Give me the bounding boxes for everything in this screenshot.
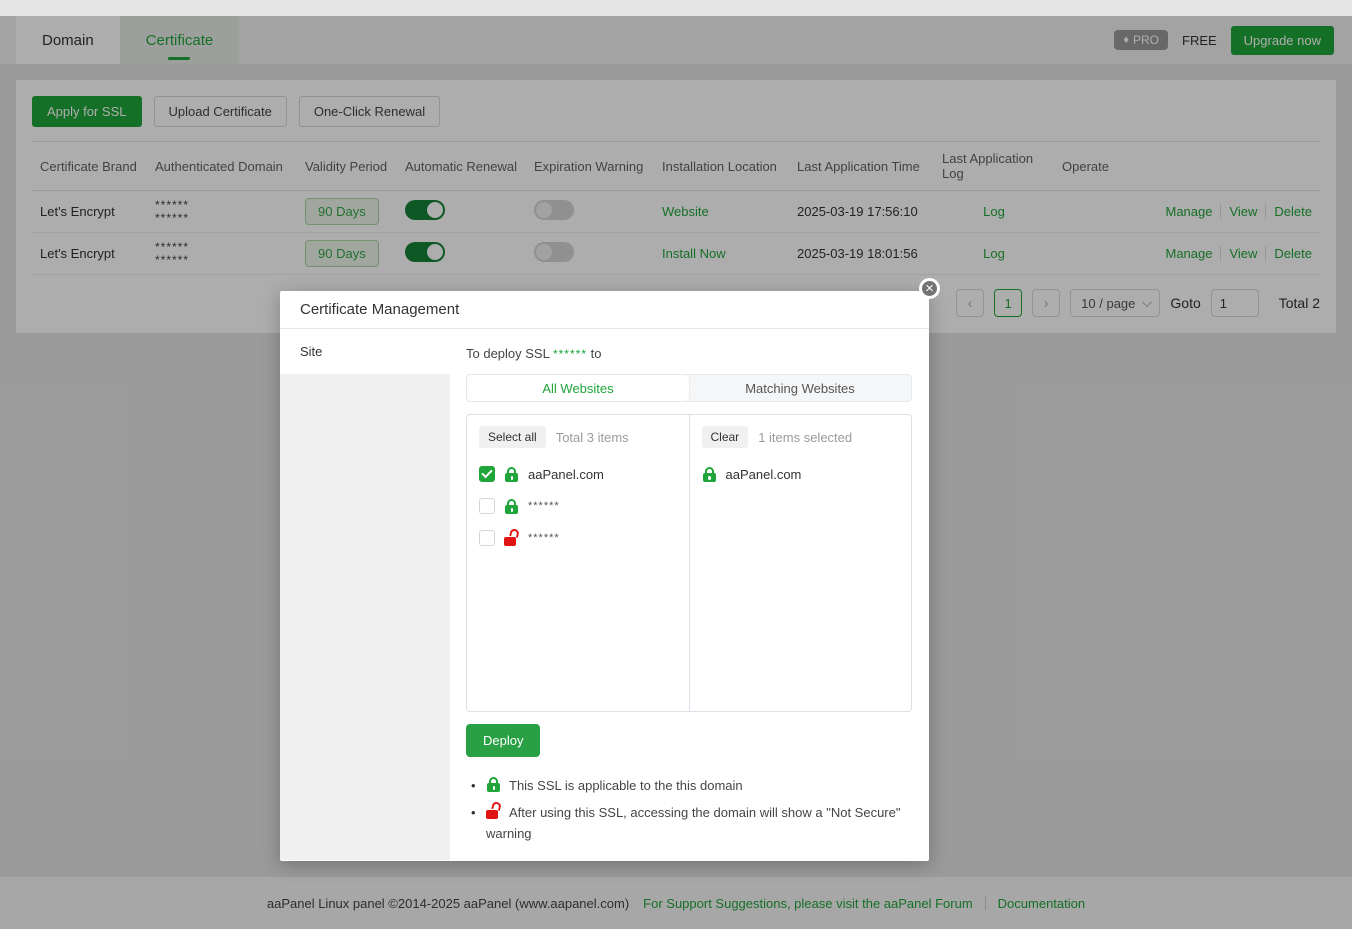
- source-panel: Select all Total 3 items aaPanel.com ***…: [467, 415, 690, 711]
- checkbox-unchecked[interactable]: [479, 498, 495, 514]
- list-item[interactable]: aaPanel.com: [702, 458, 900, 490]
- ssl-name: ******: [553, 347, 587, 361]
- bullet-icon: •: [471, 775, 476, 796]
- sidebar-item-site[interactable]: Site: [280, 329, 450, 374]
- red-unlock-icon: [486, 804, 501, 819]
- website-filter-tabs: All Websites Matching Websites: [466, 374, 912, 402]
- list-item[interactable]: aaPanel.com: [479, 458, 677, 490]
- target-panel: Clear 1 items selected aaPanel.com: [690, 415, 912, 711]
- certificate-management-modal: × Certificate Management Site To deploy …: [280, 291, 929, 861]
- tab-matching-websites[interactable]: Matching Websites: [689, 375, 911, 401]
- selected-count: 1 items selected: [758, 430, 852, 445]
- deploy-button[interactable]: Deploy: [466, 724, 540, 757]
- note-applicable: • This SSL is applicable to the this dom…: [466, 775, 906, 796]
- green-lock-icon: [486, 777, 501, 792]
- modal-title: Certificate Management: [280, 291, 929, 329]
- tab-all-websites[interactable]: All Websites: [467, 375, 689, 401]
- source-total-count: Total 3 items: [556, 430, 629, 445]
- deploy-ssl-line: To deploy SSL ****** to: [466, 346, 912, 361]
- close-icon[interactable]: ×: [919, 278, 940, 299]
- red-unlock-icon: [504, 531, 519, 546]
- list-item[interactable]: ******: [479, 522, 677, 554]
- list-item[interactable]: ******: [479, 490, 677, 522]
- bullet-icon: •: [471, 802, 476, 823]
- checkbox-checked[interactable]: [479, 466, 495, 482]
- ssl-notes: • This SSL is applicable to the this dom…: [466, 775, 912, 844]
- website-transfer: Select all Total 3 items aaPanel.com ***…: [466, 414, 912, 712]
- modal-content: To deploy SSL ****** to All Websites Mat…: [450, 329, 929, 860]
- green-lock-icon: [504, 499, 519, 514]
- select-all-button[interactable]: Select all: [479, 426, 546, 448]
- green-lock-icon: [504, 467, 519, 482]
- note-not-secure: • After using this SSL, accessing the do…: [466, 802, 906, 844]
- green-lock-icon: [702, 467, 717, 482]
- checkbox-unchecked[interactable]: [479, 530, 495, 546]
- clear-button[interactable]: Clear: [702, 426, 749, 448]
- modal-sidebar: Site: [280, 329, 450, 860]
